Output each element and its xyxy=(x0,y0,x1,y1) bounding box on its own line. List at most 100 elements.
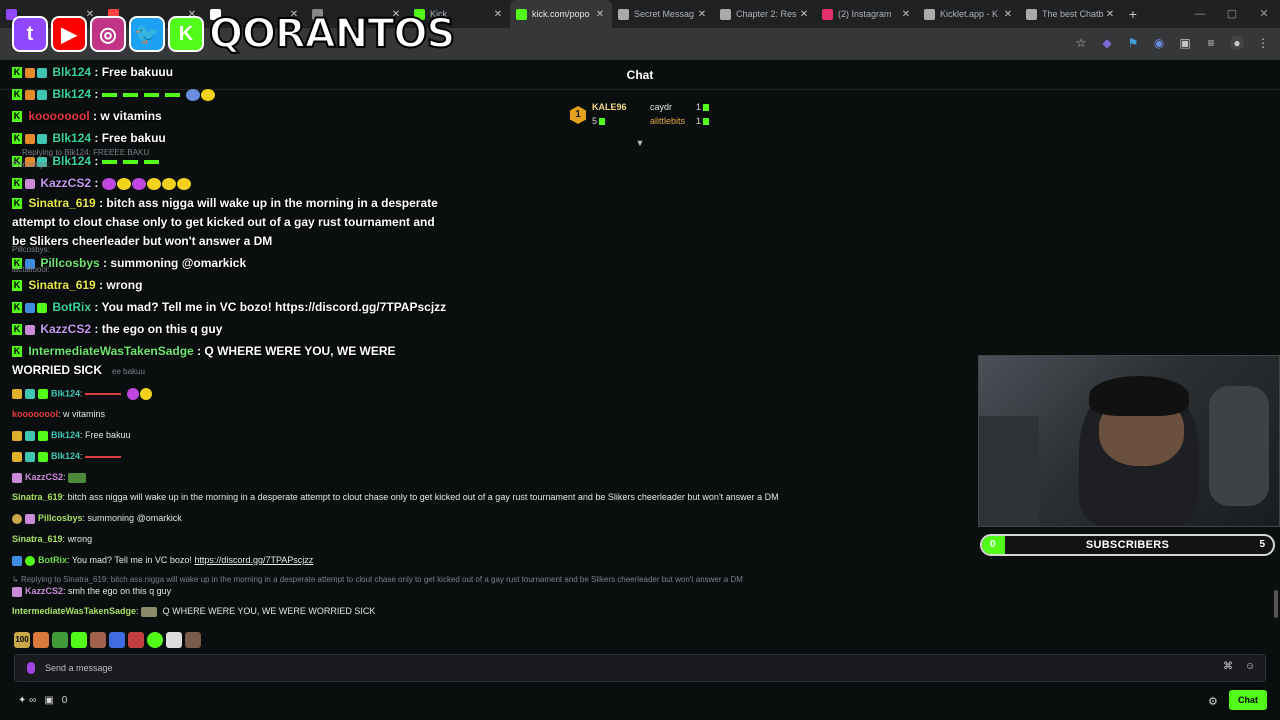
chat-message: koooooool: w vitamins xyxy=(12,409,106,419)
expand-pinned-icon[interactable]: ▼ xyxy=(634,138,646,148)
emote-kick[interactable] xyxy=(147,632,163,648)
overlay-chat-line: K Blk124 : Free bakuu xyxy=(12,131,166,145)
tab-title: Kicklet.app - K xyxy=(940,9,999,19)
emoji-icon[interactable]: ☺ xyxy=(1245,661,1255,672)
chat-message: KazzCS2: xyxy=(12,472,89,483)
rank-badge: 1 xyxy=(570,106,586,124)
chat-footer: ✦ ∞ ▣ 0 ⚙ xyxy=(0,688,1280,720)
tab-title: Secret Messag xyxy=(634,9,695,19)
chat-username[interactable]: Pillcosbys xyxy=(38,513,83,523)
leaderboard-second-count: 1 xyxy=(696,102,710,112)
tab-close-icon[interactable]: ✕ xyxy=(492,9,504,20)
chat-message: Blk124: Free bakuu xyxy=(12,430,131,441)
overlay-chat-line: K IntermediateWasTakenSadge : Q WHERE WE… xyxy=(12,344,396,377)
leaderboard-third-name: alittlebits xyxy=(650,116,686,126)
tab-favicon-icon xyxy=(924,8,935,20)
browser-tab[interactable]: Chapter 2: Res ✕ xyxy=(714,0,816,28)
subscriber-goal: 5 xyxy=(1259,539,1265,550)
kick-icon: K xyxy=(168,16,204,52)
viewers-icon[interactable]: ✦ ∞ xyxy=(18,695,36,706)
tab-close-icon[interactable]: ✕ xyxy=(1002,9,1014,20)
chat-scrollbar[interactable] xyxy=(1274,590,1278,618)
window-controls: — ▢ ✕ xyxy=(1184,0,1280,28)
settings-gear-icon[interactable]: ⚙ xyxy=(1208,695,1218,708)
chat-username[interactable]: KazzCS2 xyxy=(25,586,63,596)
message-input[interactable] xyxy=(45,655,1205,681)
subscriber-goal-bar: 0 SUBSCRIBERS 5 xyxy=(980,534,1275,556)
browser-tab[interactable]: The best Chatb ✕ xyxy=(1020,0,1122,28)
tab-favicon-icon xyxy=(618,8,629,20)
chat-username[interactable]: IntermediateWasTakenSadge xyxy=(12,606,136,616)
tab-title: The best Chatb xyxy=(1042,9,1104,19)
overlay-chat-line: K KazzCS2 : the ego on this q guy xyxy=(12,322,223,336)
chat-username[interactable]: Sinatra_619 xyxy=(12,492,63,502)
chat-message: Sinatra_619: wrong xyxy=(12,534,93,544)
overlay-brand-text: QORANTOS xyxy=(208,10,456,58)
emote-blue[interactable] xyxy=(109,632,125,648)
browser-tab[interactable]: kick.com/popo ✕ xyxy=(510,0,612,28)
chat-username[interactable]: koooooool xyxy=(12,409,58,419)
tab-close-icon[interactable]: ✕ xyxy=(900,9,912,20)
command-icon[interactable]: ⌘ xyxy=(1223,661,1233,672)
chat-username[interactable]: Blk124 xyxy=(51,388,80,398)
tab-close-icon[interactable]: ✕ xyxy=(1104,9,1116,20)
mic-icon[interactable] xyxy=(27,662,35,674)
overlay-ghost-name: Pillcosbys: xyxy=(12,160,50,169)
browser-tab[interactable]: (2) Instagram ✕ xyxy=(816,0,918,28)
browser-tab[interactable]: Secret Messag ✕ xyxy=(612,0,714,28)
tab-favicon-icon xyxy=(720,8,731,20)
emote-person[interactable] xyxy=(185,632,201,648)
chat-username[interactable]: Blk124 xyxy=(51,451,80,461)
leaderboard-second-name: caydr xyxy=(650,102,673,112)
overlay-ghost-name: lactalloool: xyxy=(12,265,50,274)
profile-avatar-icon[interactable]: ● xyxy=(1230,36,1244,50)
overlay-chat-line: K Sinatra_619 : bitch ass nigga will wak… xyxy=(12,196,438,248)
emote-ghost[interactable] xyxy=(166,632,182,648)
reply-context[interactable]: ↳ Replying to Sinatra_619: bitch ass nig… xyxy=(12,575,743,584)
emote-frog[interactable] xyxy=(52,632,68,648)
recent-emotes: 100 xyxy=(14,631,201,649)
emote-100[interactable]: 100 xyxy=(14,632,30,648)
leaderboard-third-count: 1 xyxy=(696,116,710,126)
overlay-chat-line: K BotRix : You mad? Tell me in VC bozo! … xyxy=(12,300,447,314)
tab-close-icon[interactable]: ✕ xyxy=(594,9,606,20)
gift-leaderboard[interactable]: 1 KALE96 5 caydr 1 alittlebits 1 xyxy=(568,100,718,132)
browser-tab[interactable]: Kicklet.app - K ✕ xyxy=(918,0,1020,28)
emote-green[interactable] xyxy=(71,632,87,648)
puzzle-icon[interactable]: ▣ xyxy=(1178,36,1192,50)
overlay-chat-line: K Sinatra_619 : wrong xyxy=(12,278,143,292)
leaderboard-first-name: KALE96 xyxy=(592,102,627,112)
browser-menu-icon[interactable]: ⋮ xyxy=(1256,36,1270,50)
translate-icon[interactable]: ⚑ xyxy=(1126,36,1140,50)
twitter-icon: 🐦 xyxy=(129,16,165,52)
bookmark-star-icon[interactable]: ☆ xyxy=(1074,36,1088,50)
chat-username[interactable]: BotRix xyxy=(38,555,67,565)
emote-portrait[interactable] xyxy=(90,632,106,648)
tab-title: Chapter 2: Res xyxy=(736,9,797,19)
twitch-icon: t xyxy=(12,16,48,52)
tab-close-icon[interactable]: ✕ xyxy=(798,9,810,20)
maximize-icon[interactable]: ▢ xyxy=(1216,0,1248,28)
subscriber-label: SUBSCRIBERS xyxy=(1085,539,1170,551)
tab-favicon-icon xyxy=(516,8,527,20)
gift-icon[interactable]: ▣ xyxy=(44,695,53,706)
minimize-icon[interactable]: — xyxy=(1184,0,1216,28)
emote-face[interactable] xyxy=(33,632,49,648)
extension-icon[interactable]: ◆ xyxy=(1100,36,1114,50)
tab-close-icon[interactable]: ✕ xyxy=(696,9,708,20)
chat-username[interactable]: Blk124 xyxy=(51,430,80,440)
chat-username[interactable]: Sinatra_619 xyxy=(12,534,63,544)
chat-title: Chat xyxy=(626,68,654,82)
emote-red[interactable] xyxy=(128,632,144,648)
chat-message: Blk124: xyxy=(12,388,153,400)
overlay-chat-line: K Blk124 : xyxy=(12,87,216,101)
chat-link[interactable]: https://discord.gg/7TPAPscjzz xyxy=(194,555,313,565)
new-tab-icon[interactable]: + xyxy=(1122,6,1144,22)
audio-extension-icon[interactable]: ◉ xyxy=(1152,36,1166,50)
chat-message: IntermediateWasTakenSadge: Q WHERE WERE … xyxy=(12,606,376,617)
chat-username[interactable]: KazzCS2 xyxy=(25,472,63,482)
close-window-icon[interactable]: ✕ xyxy=(1248,0,1280,28)
tab-title: kick.com/popo xyxy=(532,9,590,19)
media-icon[interactable]: ≡ xyxy=(1204,36,1218,50)
send-chat-button[interactable]: Chat xyxy=(1229,690,1267,710)
